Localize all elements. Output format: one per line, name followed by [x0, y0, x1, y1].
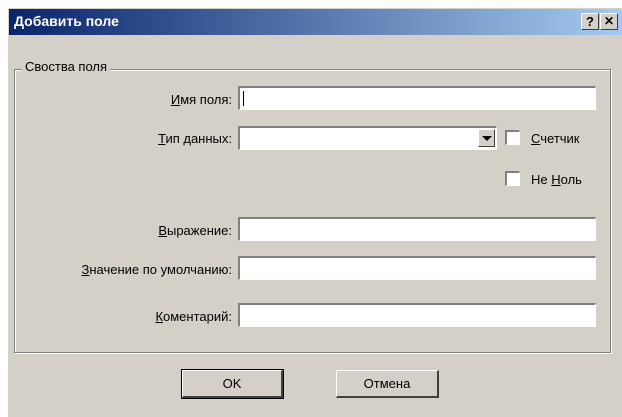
- expression-input[interactable]: [238, 217, 596, 241]
- add-field-dialog: Добавить поле ? ✕ Своства поля Имя поля:…: [8, 8, 622, 417]
- field-name-input[interactable]: [238, 86, 596, 110]
- ok-button[interactable]: OK: [181, 369, 284, 399]
- not-null-checkbox-label[interactable]: Не Ноль: [531, 172, 582, 187]
- group-title: Своства поля: [22, 59, 111, 74]
- expression-label: Выражение:: [158, 223, 232, 238]
- comment-label: Коментарий:: [155, 309, 232, 324]
- help-button[interactable]: ?: [581, 13, 599, 30]
- counter-checkbox-label[interactable]: Счетчик: [531, 131, 580, 146]
- text-caret: [243, 91, 244, 106]
- dropdown-button[interactable]: [478, 129, 495, 147]
- dialog-title: Добавить поле: [14, 13, 119, 29]
- default-value-label: Значение по умолчанию:: [81, 262, 233, 277]
- counter-checkbox[interactable]: [505, 130, 520, 145]
- close-button[interactable]: ✕: [600, 13, 618, 30]
- data-type-select[interactable]: [238, 126, 497, 150]
- not-null-checkbox[interactable]: [505, 171, 520, 186]
- data-type-label: Тип данных:: [158, 131, 232, 146]
- field-name-label: Имя поля:: [170, 92, 232, 107]
- chevron-down-icon: [482, 136, 492, 141]
- default-value-input[interactable]: [238, 256, 596, 280]
- cancel-button[interactable]: Отмена: [336, 370, 439, 398]
- title-bar[interactable]: Добавить поле ? ✕: [9, 9, 622, 35]
- comment-input[interactable]: [238, 303, 596, 327]
